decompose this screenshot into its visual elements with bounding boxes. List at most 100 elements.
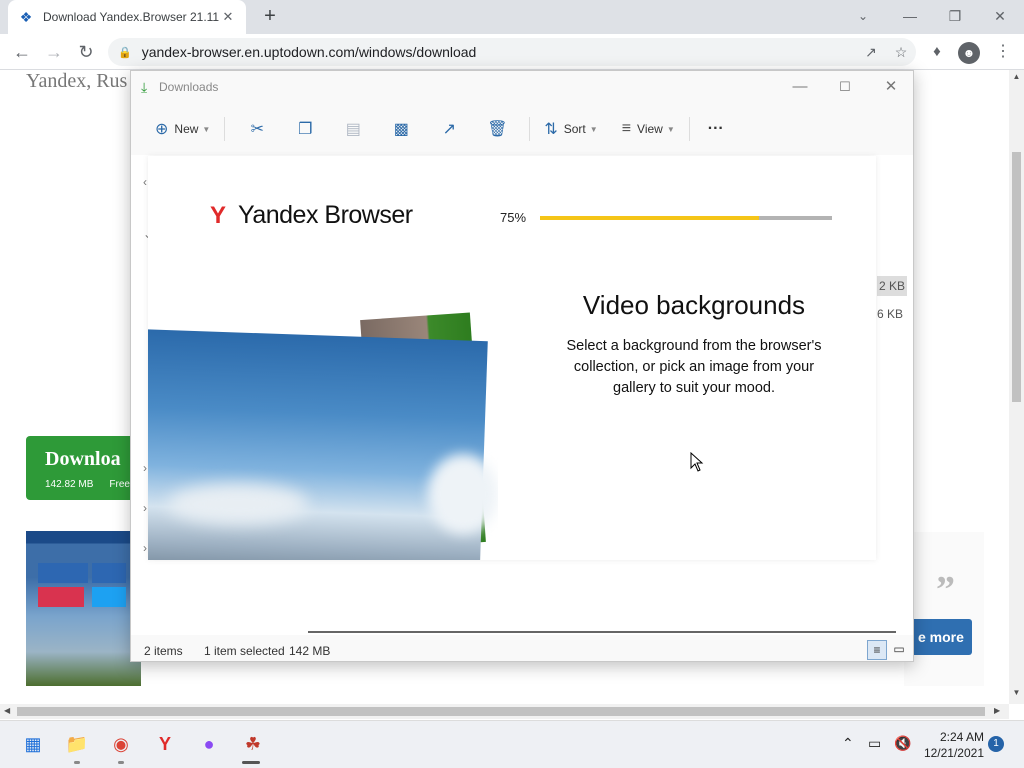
install-progress-bar — [540, 216, 832, 220]
windows-taskbar: ▦ 📁 ◉ Y ● ☘ ⌃ ▭ 🔇 2:24 AM 12/21/2021 1 — [0, 720, 1024, 768]
status-selected: 1 item selected — [204, 644, 285, 658]
yandex-logo-icon: Y — [210, 201, 227, 229]
share-icon[interactable]: ↗ — [856, 44, 886, 61]
yandex-browser-logo: Y Yandex Browser — [210, 201, 413, 230]
notification-badge[interactable]: 1 — [988, 736, 1004, 752]
lock-icon[interactable]: 🔒 — [118, 46, 132, 59]
downloads-folder-icon: ⤓ — [141, 79, 148, 95]
volume-muted-icon[interactable]: 🔇 — [894, 735, 911, 752]
new-tab-button[interactable]: + — [259, 5, 281, 27]
browser-tab[interactable]: ❖ Download Yandex.Browser 21.11 ✕ — [8, 0, 246, 34]
screenshot-thumbnail[interactable] — [26, 531, 141, 686]
active-indicator — [242, 761, 260, 764]
vertical-scroll-thumb[interactable] — [1012, 152, 1021, 402]
profile-avatar-icon[interactable]: ☻ — [958, 42, 980, 64]
paste-icon[interactable]: ▤ — [329, 119, 377, 139]
download-size: 142.82 MB — [45, 479, 94, 490]
yandex-installer-window: Y Yandex Browser 75% Video backgrounds S… — [148, 156, 876, 560]
scroll-up-icon[interactable]: ▲ — [1009, 72, 1024, 81]
close-window-button[interactable]: ✕ — [978, 4, 1022, 28]
explorer-maximize-button[interactable]: ☐ — [822, 75, 868, 99]
back-button[interactable]: ← — [10, 40, 34, 64]
feature-description: Select a background from the browser's c… — [566, 338, 822, 396]
download-button[interactable]: Downloa 142.82 MB Free — [26, 436, 136, 500]
expand-chevron-icon[interactable]: › — [143, 541, 147, 555]
expand-chevron-icon[interactable]: › — [143, 461, 147, 475]
see-more-button[interactable]: ··· — [698, 113, 730, 145]
minimize-button[interactable]: — — [888, 4, 932, 28]
restore-button[interactable]: ❐ — [933, 4, 977, 28]
cut-icon[interactable]: ✂ — [233, 119, 281, 139]
bookmark-star-icon[interactable]: ☆ — [886, 44, 916, 61]
sort-button[interactable]: ⇅ Sort ▼ — [538, 113, 603, 145]
tab-title: Download Yandex.Browser 21.11 — [43, 10, 220, 24]
horizontal-scroll-thumb[interactable] — [17, 707, 985, 716]
explorer-status-bar: 2 items 1 item selected 142 MB ≡ ▭ — [131, 639, 913, 661]
horizontal-scrollbar[interactable]: ◀ ▶ — [0, 704, 1009, 719]
video-backgrounds-illustration — [148, 304, 498, 560]
brand-name: Yandex Browser — [238, 201, 413, 229]
explorer-command-bar: ⊕ New ▼ ✂ ❐ ▤ ▩ ↗ 🗑 ⇅ Sort ▼ ≡ View ▼ ··· — [131, 111, 913, 147]
expand-chevron-icon[interactable]: › — [143, 501, 147, 515]
file-explorer-icon[interactable]: 📁 — [64, 731, 90, 757]
scroll-right-icon[interactable]: ▶ — [994, 706, 1000, 715]
chrome-icon[interactable]: ◉ — [108, 731, 134, 757]
menu-kebab-icon[interactable]: ⋮ — [990, 40, 1016, 64]
address-bar[interactable]: 🔒 yandex-browser.en.uptodown.com/windows… — [108, 38, 916, 66]
delete-icon[interactable]: 🗑 — [473, 119, 521, 139]
download-license: Free — [109, 479, 130, 490]
details-view-icon[interactable]: ≡ — [867, 640, 887, 660]
view-button[interactable]: ≡ View ▼ — [616, 113, 681, 145]
tray-overflow-chevron-icon[interactable]: ⌃ — [842, 735, 854, 752]
taskbar-clock[interactable]: 2:24 AM 12/21/2021 — [920, 729, 984, 761]
reload-button[interactable]: ↻ — [74, 40, 98, 64]
new-label: New — [174, 122, 199, 136]
nav-chevron-icon[interactable]: ‹ — [143, 175, 147, 189]
explorer-minimize-button[interactable]: — — [777, 75, 823, 99]
tab-close-icon[interactable]: ✕ — [220, 9, 236, 25]
tab-search-icon[interactable]: ⌄ — [841, 4, 885, 28]
view-lines-icon: ≡ — [621, 120, 632, 137]
file-size-cell: 6 KB — [877, 307, 904, 321]
tiles-view-icon[interactable]: ▭ — [889, 640, 909, 660]
sort-arrows-icon: ⇅ — [544, 121, 558, 138]
status-size: 142 MB — [289, 644, 331, 658]
sort-label: Sort — [563, 122, 586, 136]
new-button[interactable]: ⊕ New ▼ — [149, 113, 216, 145]
extensions-puzzle-icon[interactable]: ♦ — [924, 40, 950, 64]
rename-icon[interactable]: ▩ — [377, 119, 425, 139]
running-indicator — [74, 761, 80, 764]
vertical-scrollbar[interactable]: ▲ ▼ — [1009, 70, 1024, 704]
explorer-title: Downloads — [159, 80, 219, 94]
forward-button[interactable]: → — [42, 40, 66, 64]
clock-time: 2:24 AM — [939, 730, 984, 744]
alice-assistant-icon[interactable]: ● — [196, 731, 222, 757]
uptodown-favicon-icon: ❖ — [19, 9, 33, 25]
explorer-close-button[interactable]: ✕ — [868, 75, 914, 99]
explorer-titlebar: ⤓ Downloads — ☐ ✕ — [131, 71, 913, 103]
share-icon[interactable]: ↗ — [425, 119, 473, 139]
add-circle-icon: ⊕ — [155, 121, 169, 138]
file-size-cell: 2 KB — [877, 276, 908, 296]
clock-date: 12/21/2021 — [923, 746, 984, 760]
chevron-down-icon: ▼ — [202, 124, 211, 134]
yandex-installer-icon[interactable]: ☘ — [240, 731, 266, 757]
chevron-down-icon: ▼ — [666, 124, 675, 134]
network-icon[interactable]: ▭ — [868, 735, 881, 752]
url-text[interactable]: yandex-browser.en.uptodown.com/windows/d… — [142, 44, 856, 60]
content-scroll-line — [308, 631, 896, 633]
download-button-label: Downloa — [45, 448, 121, 470]
mouse-cursor-icon — [690, 452, 704, 472]
running-indicator — [118, 761, 124, 764]
read-more-button[interactable]: e more — [904, 619, 972, 655]
yandex-browser-icon[interactable]: Y — [152, 731, 178, 757]
progress-percent: 75% — [500, 210, 527, 225]
scroll-down-icon[interactable]: ▼ — [1009, 688, 1024, 697]
windows-start-icon[interactable]: ▦ — [20, 731, 46, 757]
copy-icon[interactable]: ❐ — [281, 119, 329, 139]
feature-heading: Video backgrounds — [582, 290, 806, 320]
status-item-count: 2 items — [144, 644, 183, 658]
quote-mark-icon: ” — [936, 569, 955, 611]
scroll-left-icon[interactable]: ◀ — [4, 706, 10, 715]
progress-fill — [540, 216, 759, 220]
